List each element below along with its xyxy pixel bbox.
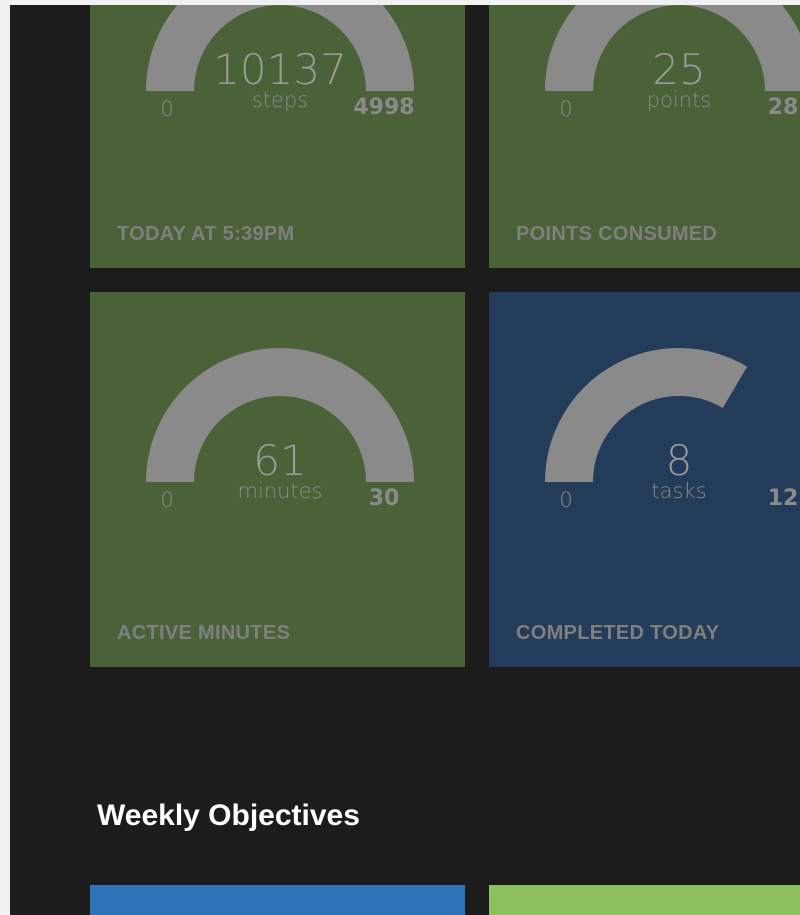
completed-tasks-tile[interactable]: 8 tasks 0 12 COMPLETED TODAY — [489, 292, 800, 667]
gauge-min: 0 — [160, 97, 173, 121]
points-gauge: 25 points 0 28 — [545, 5, 800, 121]
gauge-max: 12 — [768, 486, 799, 511]
gauge-value: 61 — [253, 436, 306, 485]
steps-gauge: 10137 steps 0 4998 — [146, 5, 415, 121]
completed-tasks-gauge: 8 tasks 0 12 — [545, 347, 799, 512]
tile-label: COMPLETED TODAY — [516, 622, 720, 644]
gauge-max: 4998 — [353, 95, 414, 120]
gauge-fill — [545, 347, 748, 483]
steps-tile[interactable]: 10137 steps 0 4998 TODAY AT 5:39PM — [90, 5, 465, 268]
gauge-unit: steps — [252, 88, 308, 112]
weekly-objectives-title: Weekly Objectives — [97, 799, 360, 832]
gauge-max: 28 — [768, 95, 799, 120]
gauge-unit: points — [647, 88, 712, 112]
gauge-min: 0 — [559, 488, 572, 512]
gauge-min: 0 — [559, 97, 572, 121]
gauge-value: 10137 — [213, 45, 347, 94]
gauge-unit: minutes — [237, 479, 322, 503]
tile-label: ACTIVE MINUTES — [117, 622, 291, 644]
gauge-max: 30 — [369, 486, 400, 511]
active-minutes-gauge: 61 minutes 0 30 — [146, 348, 414, 512]
gauge-min: 0 — [160, 488, 173, 512]
weekly-objective-tile-2[interactable] — [489, 885, 800, 915]
gauge-unit: tasks — [651, 479, 706, 503]
dashboard: 10137 steps 0 4998 TODAY AT 5:39PM 25 po… — [10, 5, 800, 915]
tile-label: POINTS CONSUMED — [516, 223, 718, 245]
points-tile[interactable]: 25 points 0 28 POINTS CONSUMED — [489, 5, 800, 268]
gauge-value: 8 — [666, 436, 693, 485]
active-minutes-tile[interactable]: 61 minutes 0 30 ACTIVE MINUTES — [90, 292, 465, 667]
gauge-value: 25 — [652, 45, 705, 94]
weekly-objective-tile-1[interactable] — [90, 885, 465, 915]
tile-label: TODAY AT 5:39PM — [117, 223, 295, 245]
